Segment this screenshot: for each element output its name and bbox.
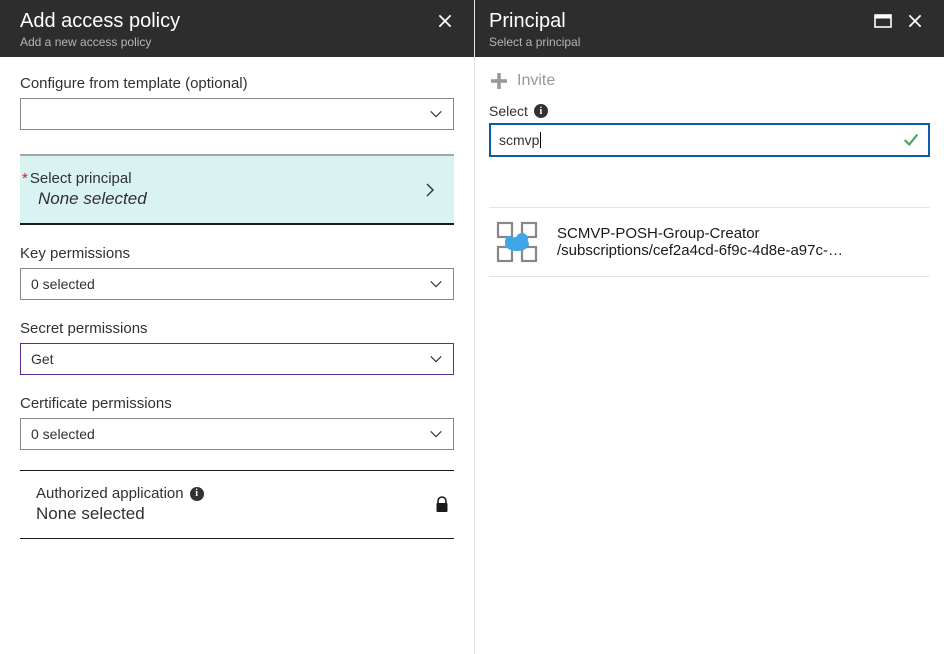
key-permissions-value: 0 selected [31, 276, 95, 292]
key-permissions-dropdown[interactable]: 0 selected [20, 268, 454, 300]
blade-subtitle: Add a new access policy [20, 35, 180, 49]
chevron-down-icon [429, 427, 443, 441]
blade-body: Invite Select i scmvp [475, 57, 944, 654]
blade-header: Add access policy Add a new access polic… [0, 0, 474, 57]
chevron-right-icon [422, 182, 438, 198]
blade-header: Principal Select a principal [475, 0, 944, 57]
check-icon [902, 131, 920, 149]
secret-permissions-value: Get [31, 351, 54, 367]
principal-result-text: SCMVP-POSH-Group-Creator /subscriptions/… [557, 225, 926, 259]
secret-permissions-field: Secret permissions Get [20, 320, 454, 375]
principal-result-title: SCMVP-POSH-Group-Creator [557, 225, 926, 242]
invite-button[interactable]: Invite [489, 71, 930, 103]
certificate-permissions-value: 0 selected [31, 426, 95, 442]
info-icon[interactable]: i [190, 487, 204, 501]
certificate-permissions-field: Certificate permissions 0 selected [20, 395, 454, 450]
chevron-down-icon [429, 107, 443, 121]
authorized-application-label: Authorized application i [36, 485, 204, 502]
configure-template-field: Configure from template (optional) [20, 75, 454, 130]
key-permissions-field: Key permissions 0 selected [20, 245, 454, 300]
authorized-application-value: None selected [36, 504, 204, 524]
principal-result-subtitle: /subscriptions/cef2a4cd-6f9c-4d8e-a97c-… [557, 242, 926, 259]
principal-result-item[interactable]: SCMVP-POSH-Group-Creator /subscriptions/… [489, 208, 930, 277]
certificate-permissions-label: Certificate permissions [20, 395, 454, 412]
principal-results: SCMVP-POSH-Group-Creator /subscriptions/… [489, 207, 930, 277]
blade-header-actions [874, 12, 924, 30]
secret-permissions-label: Secret permissions [20, 320, 454, 337]
info-icon[interactable]: i [534, 104, 548, 118]
plus-icon [489, 71, 509, 91]
principal-blade: Principal Select a principal Invite Sele… [475, 0, 944, 654]
blade-header-actions [436, 12, 454, 30]
select-principal-inner: * Select principal None selected [22, 170, 147, 209]
configure-template-label: Configure from template (optional) [20, 75, 454, 92]
blade-body: Configure from template (optional) * Sel… [0, 57, 474, 654]
select-principal-label: * Select principal [22, 170, 147, 187]
blade-header-titles: Add access policy Add a new access polic… [20, 10, 180, 49]
blade-subtitle: Select a principal [489, 35, 580, 49]
principal-search-input[interactable]: scmvp [499, 132, 902, 148]
resource-group-icon [493, 218, 541, 266]
select-principal-value: None selected [38, 189, 147, 209]
text-caret-icon [540, 132, 541, 148]
select-label: Select i [489, 103, 930, 119]
blade-title: Principal [489, 10, 580, 33]
secret-permissions-dropdown[interactable]: Get [20, 343, 454, 375]
close-icon[interactable] [906, 12, 924, 30]
blade-header-titles: Principal Select a principal [489, 10, 580, 49]
required-star-icon: * [22, 170, 28, 187]
chevron-down-icon [429, 277, 443, 291]
configure-template-dropdown[interactable] [20, 98, 454, 130]
blade-title: Add access policy [20, 10, 180, 33]
authorized-application-inner: Authorized application i None selected [36, 485, 204, 524]
maximize-icon[interactable] [874, 14, 892, 28]
key-permissions-label: Key permissions [20, 245, 454, 262]
invite-label: Invite [517, 72, 555, 90]
lock-icon [434, 496, 450, 514]
authorized-application-row: Authorized application i None selected [20, 470, 454, 539]
close-icon[interactable] [436, 12, 454, 30]
add-access-policy-blade: Add access policy Add a new access polic… [0, 0, 475, 654]
chevron-down-icon [429, 352, 443, 366]
principal-search-wrap: scmvp [489, 123, 930, 157]
select-principal-row[interactable]: * Select principal None selected [20, 155, 454, 225]
certificate-permissions-dropdown[interactable]: 0 selected [20, 418, 454, 450]
